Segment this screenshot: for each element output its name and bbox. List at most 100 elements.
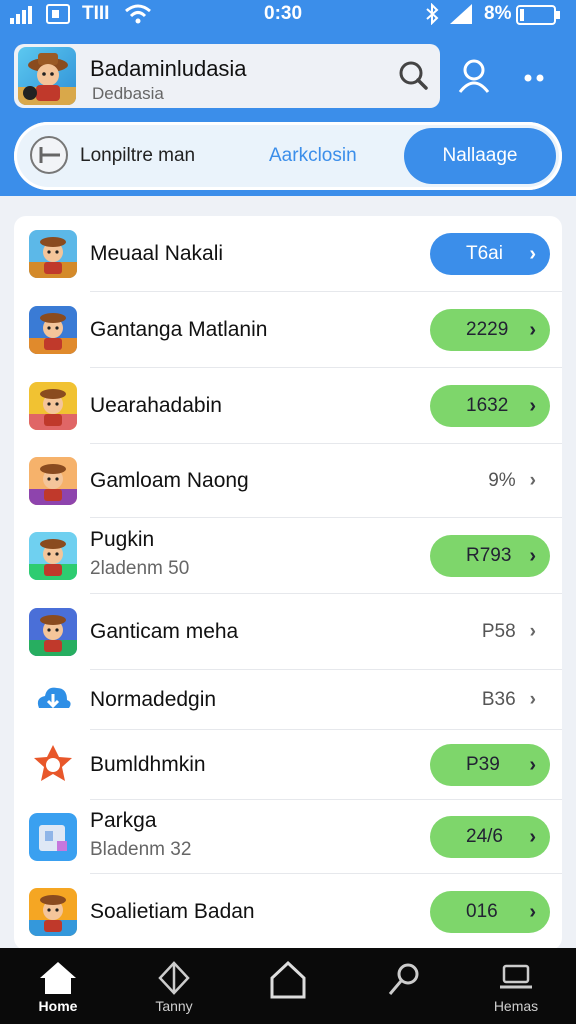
- game-icon: [29, 741, 77, 789]
- list-item-title: Soalietiam Badan: [90, 900, 255, 923]
- chevron-right-icon: ›: [529, 319, 536, 341]
- list-item-subtitle: Bladenm 32: [90, 839, 192, 860]
- list-item-subtitle: 2ladenm 50: [90, 558, 190, 579]
- list-item-badge-button[interactable]: 24/6 ›: [430, 816, 550, 858]
- list-item-title: Bumldhmkin: [90, 753, 206, 776]
- segment-active[interactable]: Nallaage: [404, 128, 556, 184]
- wifi-icon: [125, 4, 151, 24]
- laptop-icon: [500, 964, 532, 989]
- list-item-badge-button[interactable]: 2229 ›: [430, 309, 550, 351]
- game-icon: [29, 532, 77, 580]
- chevron-right-icon: ›: [529, 470, 536, 491]
- carrier-label: TIII: [82, 3, 110, 24]
- profile-icon[interactable]: [454, 56, 494, 96]
- nav-fifth-label: Hemas: [493, 998, 539, 1014]
- game-list: Meuaal Nakali T6ai › Gantanga Matlanin 2229 ›…: [14, 216, 562, 950]
- nav-second-label: Tanny: [155, 998, 193, 1014]
- clock: 0:30: [264, 3, 303, 24]
- app-header-card[interactable]: Badaminludasia Dedbasia: [14, 44, 440, 108]
- sim-icon: [46, 4, 70, 24]
- list-item-title: Gamloam Naong: [90, 469, 249, 492]
- list-item[interactable]: Parkga Bladenm 32 24/6 ›: [14, 800, 562, 874]
- list-item-value[interactable]: B36 ›: [482, 689, 536, 711]
- list-item-badge-text: 2229: [466, 319, 509, 340]
- game-icon: [29, 230, 77, 278]
- list-item[interactable]: Normadedgin B36 ›: [14, 670, 562, 730]
- list-item-badge-text: T6ai: [466, 243, 503, 264]
- list-item[interactable]: Gantanga Matlanin 2229 ›: [14, 292, 562, 368]
- list-item-badge-button[interactable]: T6ai ›: [430, 233, 550, 275]
- game-icon: [29, 676, 77, 724]
- nav-fourth[interactable]: [354, 948, 454, 1024]
- chevron-right-icon: ›: [529, 545, 536, 567]
- game-icon: [29, 382, 77, 430]
- nav-home-label: Home: [38, 998, 78, 1014]
- list-item-title: Pugkin: [90, 528, 155, 551]
- list-item-value-text: P58: [481, 621, 516, 642]
- chevron-right-icon: ›: [529, 901, 536, 923]
- list-item-value-text: B36: [481, 689, 516, 710]
- nav-third[interactable]: [238, 948, 338, 1024]
- list-item-value-text: 9%: [488, 470, 516, 491]
- chevron-right-icon: ›: [529, 395, 536, 417]
- more-options-icon[interactable]: [516, 56, 556, 96]
- signal-icon: [10, 6, 32, 24]
- list-item-badge-text: R793: [466, 545, 512, 566]
- list-item-badge-button[interactable]: R793 ›: [430, 535, 550, 577]
- cell-signal-icon: [450, 4, 472, 24]
- game-icon: [29, 457, 77, 505]
- list-item-badge-button[interactable]: 1632 ›: [430, 385, 550, 427]
- list-item-title: Gantanga Matlanin: [90, 318, 268, 341]
- back-button[interactable]: [30, 136, 68, 174]
- list-item-badge-text: 016: [466, 901, 498, 922]
- list-item-badge-text: 1632: [466, 395, 509, 416]
- list-item[interactable]: Soalietiam Badan 016 ›: [14, 874, 562, 950]
- list-item[interactable]: Uearahadabin 1632 ›: [14, 368, 562, 444]
- list-item[interactable]: Pugkin 2ladenm 50 R793 ›: [14, 518, 562, 594]
- list-item-title: Normadedgin: [90, 688, 217, 711]
- nav-second[interactable]: Tanny: [124, 948, 224, 1024]
- segment-first[interactable]: Lonpiltre man: [80, 145, 195, 167]
- search-icon: [388, 963, 419, 995]
- diamond-icon: [158, 961, 190, 995]
- list-item-title: Ganticam meha: [90, 620, 239, 643]
- bluetooth-icon: [426, 3, 439, 25]
- chevron-right-icon: ›: [529, 621, 536, 642]
- list-item[interactable]: Meuaal Nakali T6ai ›: [14, 216, 562, 292]
- list-item[interactable]: Ganticam meha P58 ›: [14, 594, 562, 670]
- list-item-badge-button[interactable]: 016 ›: [430, 891, 550, 933]
- chevron-right-icon: ›: [529, 243, 536, 265]
- battery-level: 8%: [484, 3, 512, 24]
- house-outline-icon: [270, 960, 306, 999]
- battery-icon: [516, 5, 560, 25]
- search-icon[interactable]: [394, 56, 434, 96]
- status-bar: TIII 0:30 8%: [0, 0, 576, 30]
- list-item-title: Uearahadabin: [90, 394, 222, 417]
- list-item-title: Meuaal Nakali: [90, 242, 224, 265]
- list-item-value[interactable]: P58 ›: [482, 621, 536, 643]
- game-character-icon: [18, 47, 76, 105]
- home-icon: [40, 962, 76, 994]
- app-title: Badaminludasia: [90, 56, 247, 81]
- nav-fifth[interactable]: Hemas: [466, 948, 566, 1024]
- game-icon: [29, 306, 77, 354]
- list-item-badge-text: 24/6: [466, 826, 503, 847]
- game-icon: [29, 813, 77, 861]
- list-item-badge-button[interactable]: P39 ›: [430, 744, 550, 786]
- segment-second[interactable]: Aarkclosin: [269, 145, 357, 167]
- chevron-right-icon: ›: [529, 754, 536, 776]
- list-item-title: Parkga: [90, 809, 157, 832]
- game-icon: [29, 888, 77, 936]
- segmented-control: Lonpiltre man Aarkclosin Nallaage: [14, 122, 562, 190]
- bottom-navigation: Home Tanny Hemas: [0, 948, 576, 1024]
- list-item-badge-text: P39: [466, 754, 500, 775]
- chevron-right-icon: ›: [529, 826, 536, 848]
- app-subtitle: Dedbasia: [92, 84, 164, 103]
- back-arrow-icon: [39, 147, 60, 163]
- chevron-right-icon: ›: [529, 689, 536, 710]
- list-item-value[interactable]: 9% ›: [488, 470, 536, 492]
- nav-home[interactable]: Home: [8, 948, 108, 1024]
- game-icon: [29, 608, 77, 656]
- list-item[interactable]: Bumldhmkin P39 ›: [14, 730, 562, 800]
- list-item[interactable]: Gamloam Naong 9% ›: [14, 444, 562, 518]
